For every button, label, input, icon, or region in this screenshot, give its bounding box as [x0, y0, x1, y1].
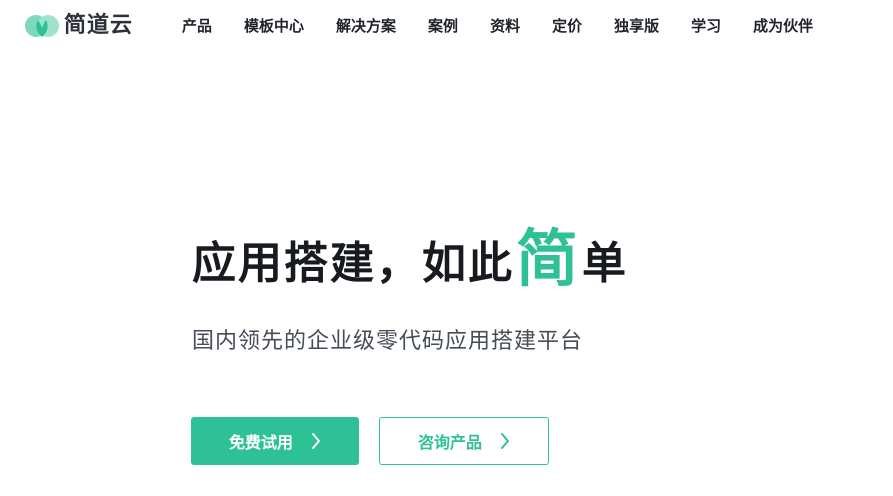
brand-logo[interactable]: 简道云: [24, 12, 133, 40]
landing-page: 简道云 产品 模板中心 解决方案 案例 资料 定价 独享版 学习 成为伙伴 应用…: [0, 0, 893, 496]
chevron-right-icon: [501, 433, 509, 449]
nav-item-partner[interactable]: 成为伙伴: [753, 14, 813, 38]
nav-item-templates[interactable]: 模板中心: [244, 14, 304, 38]
headline-accent: 简: [516, 222, 581, 295]
nav-item-private-edition[interactable]: 独享版: [614, 14, 659, 38]
nav-item-resources[interactable]: 资料: [490, 14, 520, 38]
main-nav: 产品 模板中心 解决方案 案例 资料 定价 独享版 学习 成为伙伴: [182, 14, 813, 38]
headline-prefix: 应用搭建，如此: [192, 238, 514, 289]
consult-product-button[interactable]: 咨询产品: [379, 417, 549, 465]
jiandaoyun-logo-icon: [25, 15, 59, 37]
nav-item-learning[interactable]: 学习: [691, 14, 721, 38]
hero-subtitle: 国内领先的企业级零代码应用搭建平台: [192, 329, 584, 354]
top-navigation-bar: 简道云 产品 模板中心 解决方案 案例 资料 定价 独享版 学习 成为伙伴: [0, 0, 893, 52]
nav-item-solutions[interactable]: 解决方案: [336, 14, 396, 38]
nav-item-products[interactable]: 产品: [182, 14, 212, 38]
free-trial-button[interactable]: 免费试用: [191, 417, 359, 465]
brand-name: 简道云: [64, 13, 134, 38]
free-trial-label: 免费试用: [228, 433, 293, 452]
hero-section: 应用搭建，如此 简 单 国内领先的企业级零代码应用搭建平台 免费试用 咨询产品: [191, 222, 852, 465]
consult-product-label: 咨询产品: [417, 433, 482, 452]
nav-item-cases[interactable]: 案例: [428, 14, 458, 38]
headline-suffix: 单: [582, 238, 629, 289]
nav-item-pricing[interactable]: 定价: [552, 14, 582, 38]
hero-headline: 应用搭建，如此 简 单: [192, 222, 852, 296]
chevron-right-icon: [312, 433, 320, 449]
